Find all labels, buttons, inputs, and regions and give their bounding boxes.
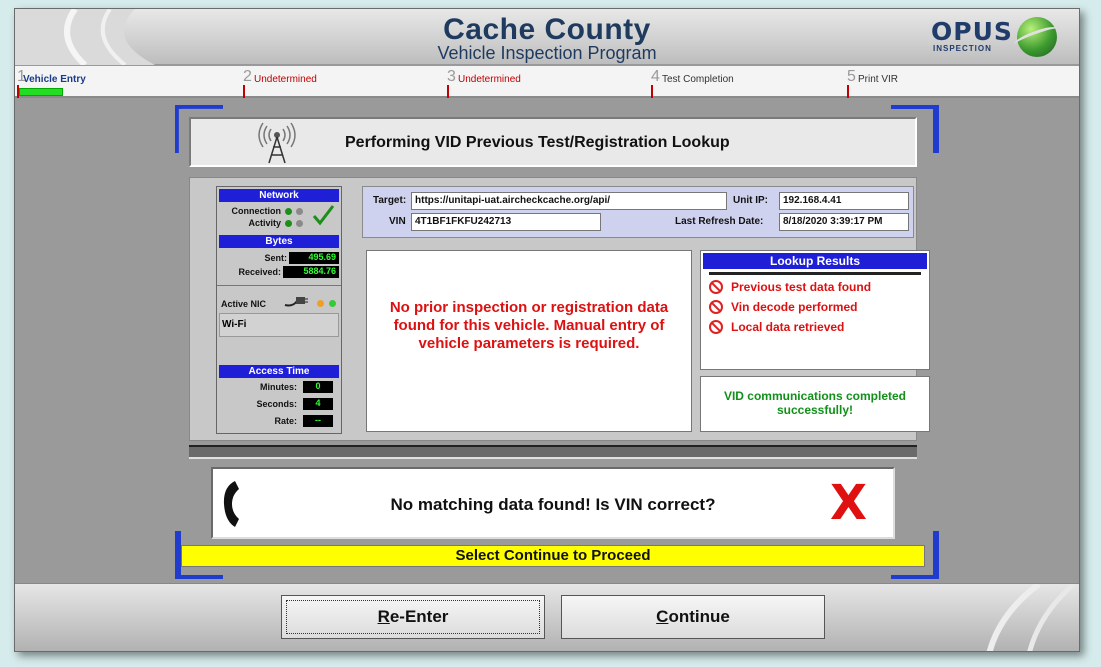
lookup-results-title: Lookup Results (703, 253, 927, 269)
step-label: Undetermined (458, 74, 521, 85)
divider (709, 272, 921, 275)
last-refresh-field: 8/18/2020 3:39:17 PM (779, 213, 909, 231)
step-marker (447, 85, 449, 98)
target-url-field: https://unitapi-uat.aircheckcache.org/ap… (411, 192, 727, 210)
connection-led (285, 208, 292, 215)
nic-field: Wi-Fi (219, 313, 339, 337)
step-label: Vehicle Entry (23, 74, 86, 85)
radio-tower-icon (258, 122, 296, 164)
seconds-label: Seconds: (256, 399, 297, 409)
step-label: Test Completion (662, 74, 734, 85)
checkmark-icon (312, 205, 335, 226)
step-number: 4 (651, 68, 660, 85)
received-label: Received: (238, 267, 281, 277)
result-text: Vin decode performed (731, 300, 858, 314)
vin-label: VIN (389, 216, 406, 227)
received-value: 5884.76 (283, 266, 339, 278)
proceed-instruction: Select Continue to Proceed (181, 545, 925, 567)
nic-led-green (329, 300, 336, 307)
app-window: Cache County Vehicle Inspection Program … (14, 8, 1080, 652)
prohibited-icon (709, 300, 723, 314)
activity-label: Activity (248, 218, 281, 228)
connection-led-off (296, 208, 303, 215)
prohibited-icon (709, 280, 723, 294)
activity-led-off (296, 220, 303, 227)
unit-ip-field: 192.168.4.41 (779, 192, 909, 210)
app-subtitle: Vehicle Inspection Program (437, 43, 657, 63)
lookup-message-box: No prior inspection or registration data… (366, 250, 692, 432)
lookup-results-box: Lookup Results Previous test data found … (700, 250, 930, 370)
vid-comm-status-box: VID communications completed successfull… (700, 376, 930, 432)
re-enter-button[interactable]: Re-Enter (281, 595, 545, 639)
step-marker (243, 85, 245, 98)
globe-icon (1017, 17, 1057, 57)
rate-value: -- (303, 415, 333, 427)
step-number: 3 (447, 68, 456, 85)
step-marker (651, 85, 653, 98)
result-text: Previous test data found (731, 280, 872, 294)
connection-info: Target: https://unitapi-uat.aircheckcach… (362, 186, 914, 238)
app-title: Cache County (443, 13, 651, 46)
sent-value: 495.69 (289, 252, 339, 264)
error-x-icon: X (829, 475, 867, 531)
seconds-value: 4 (303, 398, 333, 410)
logo-subtext: INSPECTION (933, 44, 992, 53)
continue-accelerator: C (656, 607, 669, 626)
step-number: 5 (847, 68, 856, 85)
result-text: Local data retrieved (731, 320, 845, 334)
connection-label: Connection (231, 206, 282, 216)
lookup-panel: Network Connection Activity Bytes Sent: … (189, 177, 930, 441)
main-content: Performing VID Previous Test/Registratio… (15, 99, 1079, 583)
footer-swoosh-decoration (986, 584, 1076, 651)
continue-button[interactable]: Continue (561, 595, 825, 639)
prohibited-icon (709, 320, 723, 334)
minutes-value: 0 (303, 381, 333, 393)
section-divider (189, 445, 917, 459)
footer: Re-Enter Continue (15, 583, 1079, 651)
vin-field: 4T1BF1FKFU242713 (411, 213, 601, 231)
vid-comm-status: VID communications completed successfull… (723, 389, 907, 417)
continue-label: ontinue (668, 607, 730, 626)
opus-logo: OPUS INSPECTION (921, 17, 1061, 61)
divider (217, 285, 341, 286)
target-label: Target: (373, 195, 407, 206)
step-marker (847, 85, 849, 98)
progress-indicator (19, 88, 63, 96)
minutes-label: Minutes: (260, 382, 297, 392)
step-progress-bar: 1 Vehicle Entry 2 Undetermined 3 Undeter… (15, 66, 1079, 98)
lookup-message: No prior inspection or registration data… (389, 299, 669, 352)
activity-led (285, 220, 292, 227)
re-enter-label: e-Enter (389, 607, 449, 626)
step-label: Print VIR (858, 74, 899, 85)
lookup-title: Performing VID Previous Test/Registratio… (345, 134, 730, 151)
re-enter-accelerator: R (377, 607, 390, 626)
network-header: Network (219, 189, 339, 202)
sent-label: Sent: (264, 253, 288, 263)
network-cable-icon (284, 297, 308, 307)
header: Cache County Vehicle Inspection Program … (15, 9, 1079, 65)
bytes-header: Bytes (219, 235, 339, 248)
step-number: 2 (243, 68, 252, 85)
logo-text: OPUS (931, 17, 1013, 46)
nic-led-orange (317, 300, 324, 307)
alert-box: No matching data found! Is VIN correct? … (211, 467, 895, 539)
rate-label: Rate: (274, 416, 297, 426)
unit-ip-label: Unit IP: (733, 195, 768, 206)
access-time-header: Access Time (219, 365, 339, 378)
step-label: Undetermined (254, 74, 317, 85)
status-column: Network Connection Activity Bytes Sent: … (216, 186, 342, 434)
last-refresh-label: Last Refresh Date: (675, 216, 764, 227)
alert-message: No matching data found! Is VIN correct? (390, 495, 716, 514)
active-nic-label: Active NIC (221, 299, 267, 309)
lookup-header: Performing VID Previous Test/Registratio… (189, 117, 917, 167)
nic-value: Wi-Fi (222, 319, 247, 330)
